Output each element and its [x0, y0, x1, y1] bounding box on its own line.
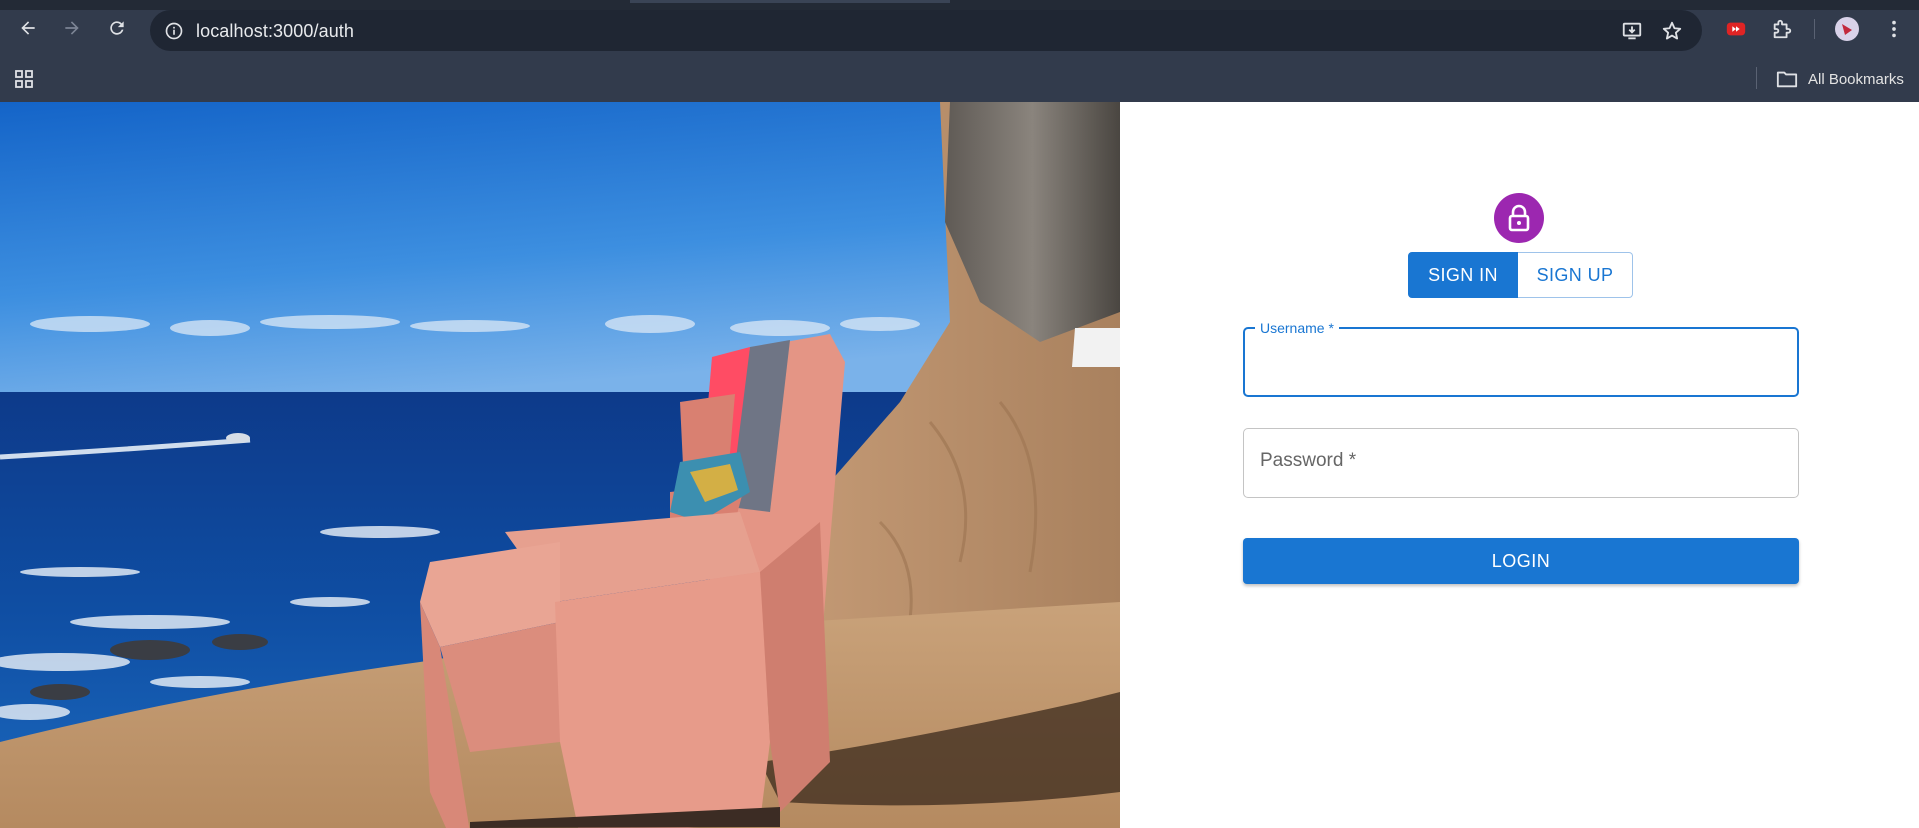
- reload-button[interactable]: [101, 12, 133, 44]
- kebab-menu-icon[interactable]: [1880, 15, 1908, 43]
- bookmarks-divider: [1756, 67, 1757, 89]
- tab-strip: [0, 0, 1919, 10]
- auth-panel: SIGN IN SIGN UP Username * Password * LO…: [1120, 102, 1919, 828]
- reload-icon: [110, 21, 124, 35]
- bookmarks-bar: All Bookmarks: [0, 58, 1919, 102]
- site-info-icon[interactable]: [162, 19, 186, 43]
- back-arrow-icon: [21, 21, 35, 35]
- extension-icon[interactable]: [1722, 15, 1750, 43]
- lock-icon: [1508, 204, 1530, 232]
- all-bookmarks-label: All Bookmarks: [1808, 70, 1904, 88]
- star-icon[interactable]: [1660, 19, 1684, 43]
- sign-up-tab[interactable]: SIGN UP: [1518, 252, 1633, 298]
- address-bar[interactable]: localhost:3000/auth: [150, 10, 1702, 51]
- armchair-seaside-photo: [0, 102, 1120, 828]
- username-label: Username *: [1255, 319, 1339, 337]
- login-button[interactable]: LOGIN: [1243, 538, 1799, 584]
- active-tab-indicator: [630, 0, 950, 3]
- password-field[interactable]: Password *: [1243, 428, 1799, 498]
- forward-arrow-icon: [65, 21, 79, 35]
- all-bookmarks-button[interactable]: All Bookmarks: [1776, 64, 1904, 94]
- auth-mode-toggle: SIGN IN SIGN UP: [1408, 252, 1633, 298]
- lock-avatar: [1494, 193, 1544, 243]
- back-button[interactable]: [12, 12, 44, 44]
- puzzle-icon[interactable]: [1768, 15, 1796, 43]
- browser-toolbar: localhost:3000/auth: [0, 0, 1919, 58]
- toolbar-divider: [1814, 19, 1815, 39]
- apps-grid-icon[interactable]: [12, 67, 36, 91]
- url-text[interactable]: localhost:3000/auth: [196, 21, 354, 42]
- install-app-icon[interactable]: [1620, 19, 1644, 43]
- folder-icon: [1776, 71, 1798, 88]
- username-input[interactable]: [1259, 345, 1783, 381]
- password-input[interactable]: [1258, 445, 1782, 481]
- username-field[interactable]: Username *: [1243, 319, 1799, 397]
- forward-button[interactable]: [56, 12, 88, 44]
- profile-avatar[interactable]: [1833, 15, 1861, 43]
- hero-image: [0, 102, 1120, 828]
- sign-in-tab[interactable]: SIGN IN: [1408, 252, 1518, 298]
